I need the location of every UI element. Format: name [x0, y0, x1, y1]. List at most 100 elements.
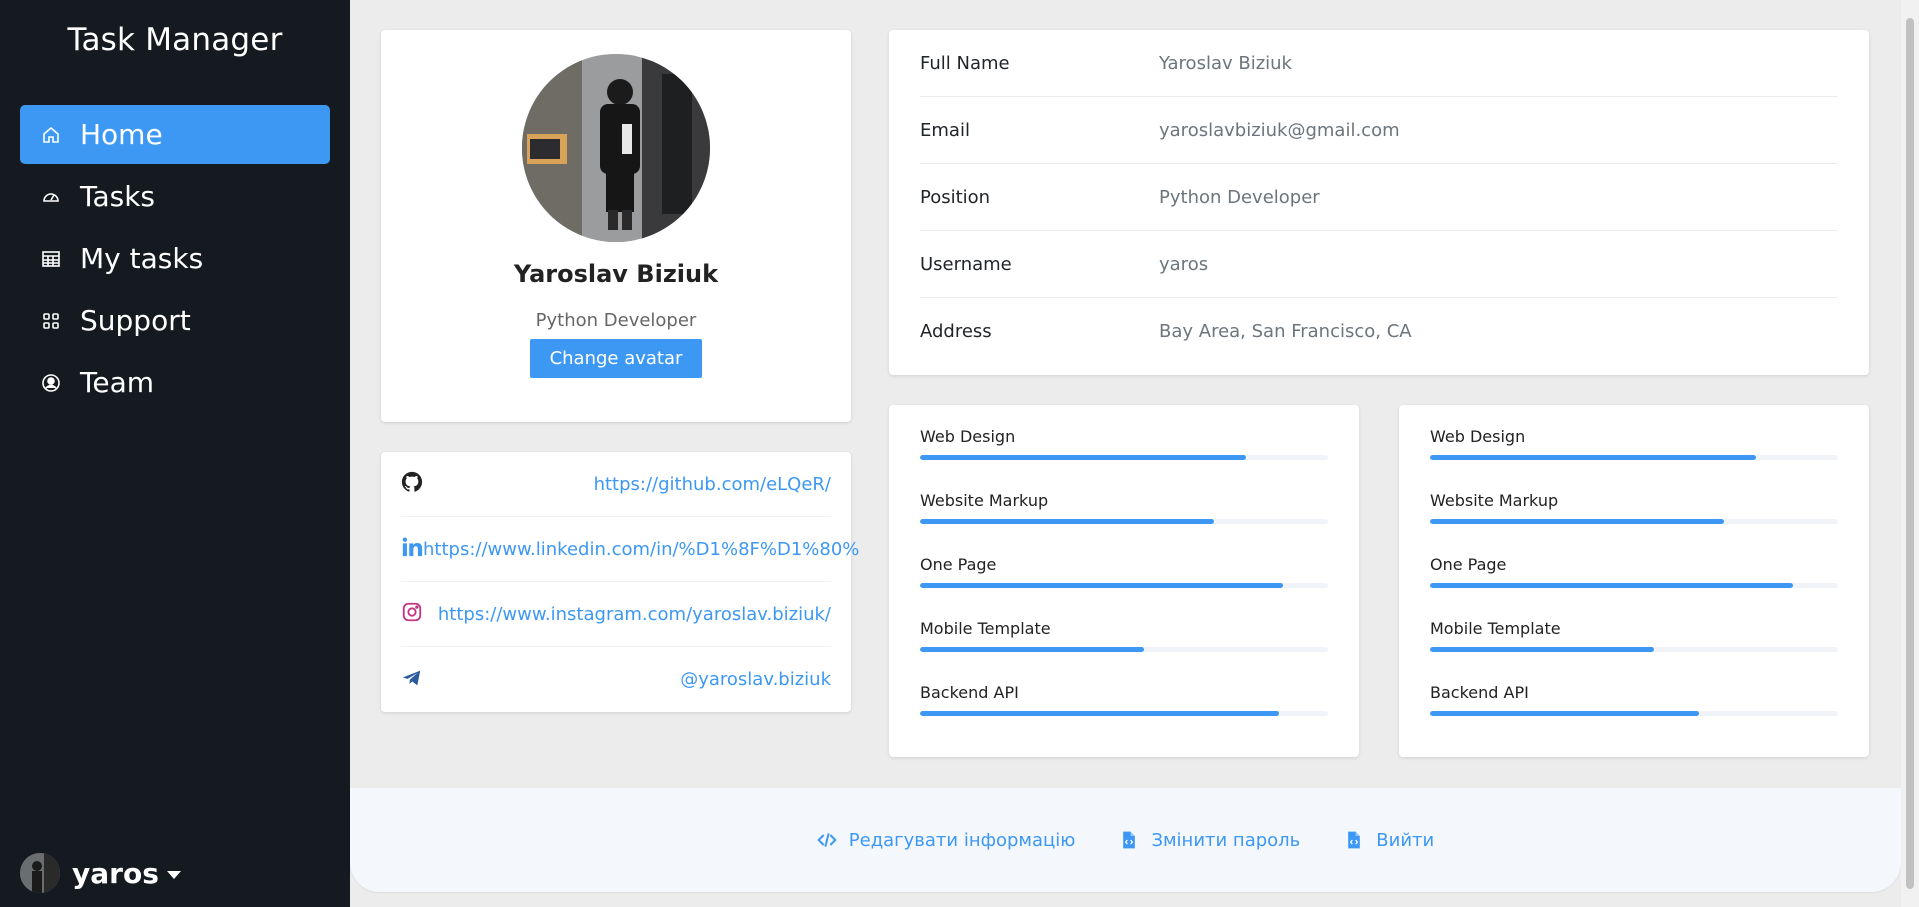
- sidebar-item-label: Tasks: [80, 180, 156, 213]
- logout-link[interactable]: Вийти: [1344, 830, 1434, 851]
- telegram-icon: [401, 667, 423, 693]
- progress-track: [1430, 455, 1838, 460]
- logout-label: Вийти: [1376, 829, 1435, 851]
- info-label: Position: [920, 186, 991, 208]
- info-row-address: Address Bay Area, San Francisco, CA: [920, 298, 1838, 365]
- skill-item: Website Markup: [920, 491, 1328, 529]
- footer-actions: Редагувати інформацію Змінити пароль Вий…: [350, 788, 1901, 892]
- progress-track: [1430, 519, 1838, 524]
- sidebar-item-label: Team: [80, 366, 155, 399]
- table-icon: [40, 248, 62, 270]
- skills-card-right: Web Design Website Markup One Page Mobil…: [1399, 405, 1869, 757]
- skill-name: Web Design: [1430, 427, 1526, 446]
- change-password-link[interactable]: Змінити пароль: [1119, 830, 1300, 851]
- progress-fill: [1430, 647, 1655, 652]
- skill-item: Web Design: [920, 427, 1328, 465]
- info-value: Python Developer: [1159, 186, 1320, 208]
- instagram-link[interactable]: https://www.instagram.com/yaroslav.biziu…: [438, 604, 831, 625]
- speedometer-icon: [40, 186, 62, 208]
- progress-track: [920, 711, 1328, 716]
- sidebar-item-my-tasks[interactable]: My tasks: [20, 229, 330, 288]
- avatar: [20, 853, 60, 893]
- skill-item: One Page: [1430, 555, 1838, 593]
- skills-card-left: Web Design Website Markup One Page Mobil…: [889, 405, 1359, 757]
- progress-track: [920, 583, 1328, 588]
- profile-name: Yaroslav Biziuk: [513, 260, 719, 288]
- code-icon: [817, 833, 837, 847]
- info-row-username: Username yaros: [920, 231, 1838, 298]
- info-label: Address: [920, 321, 992, 342]
- chevron-down-icon: [166, 871, 181, 879]
- file-icon: [1348, 831, 1361, 849]
- sidebar-item-support[interactable]: Support: [20, 291, 330, 350]
- profile-avatar: [522, 54, 710, 242]
- sidebar-nav: Home Tasks My tasks Support Team: [0, 90, 350, 412]
- info-label: Username: [920, 253, 1012, 275]
- skill-item: Mobile Template: [1430, 619, 1838, 657]
- progress-fill: [1430, 519, 1724, 524]
- linkedin-link[interactable]: https://www.linkedin.com/in/%D1%8F%D1%80…: [423, 539, 859, 560]
- github-icon: [401, 471, 423, 497]
- profile-card: Yaroslav Biziuk Python Developer Change …: [381, 30, 851, 422]
- progress-fill: [1430, 583, 1794, 588]
- change-password-label: Змінити пароль: [1151, 829, 1301, 851]
- progress-fill: [1430, 711, 1700, 716]
- change-avatar-button[interactable]: Change avatar: [529, 339, 703, 378]
- brand-title: Task Manager: [67, 22, 283, 58]
- progress-fill: [920, 455, 1247, 460]
- profile-position: Python Developer: [535, 310, 697, 331]
- main-content: Yaroslav Biziuk Python Developer Change …: [350, 0, 1901, 907]
- skill-name: One Page: [920, 555, 997, 574]
- info-label: Full Name: [920, 52, 1010, 74]
- sidebar: Task Manager Home Tasks My tasks Support: [0, 0, 350, 907]
- social-row-instagram: https://www.instagram.com/yaroslav.biziu…: [401, 582, 831, 647]
- sidebar-item-team[interactable]: Team: [20, 353, 330, 412]
- social-row-github: https://github.com/eLQeR/: [401, 452, 831, 517]
- skill-name: Mobile Template: [920, 619, 1051, 638]
- social-row-telegram: @yaroslav.biziuk: [401, 647, 831, 712]
- sidebar-item-home[interactable]: Home: [20, 105, 330, 164]
- user-circle-icon: [40, 372, 62, 394]
- skill-name: Backend API: [1430, 683, 1529, 702]
- edit-info-link[interactable]: Редагувати інформацію: [817, 829, 1076, 851]
- progress-track: [1430, 711, 1838, 716]
- progress-fill: [920, 583, 1284, 588]
- scrollbar-thumb[interactable]: [1906, 18, 1914, 889]
- info-value: yaroslavbiziuk@gmail.com: [1159, 119, 1400, 141]
- info-value: Yaroslav Biziuk: [1159, 52, 1292, 74]
- progress-track: [920, 519, 1328, 524]
- telegram-link[interactable]: @yaroslav.biziuk: [680, 669, 831, 690]
- social-links-card: https://github.com/eLQeR/ https://www.li…: [381, 452, 859, 712]
- skill-item: Web Design: [1430, 427, 1838, 465]
- info-value: Bay Area, San Francisco, CA: [1159, 321, 1412, 342]
- progress-track: [920, 647, 1328, 652]
- user-name: yaros: [72, 856, 159, 890]
- github-link[interactable]: https://github.com/eLQeR/: [594, 474, 831, 495]
- skill-name: One Page: [1430, 555, 1507, 574]
- edit-info-label: Редагувати інформацію: [848, 829, 1076, 851]
- instagram-icon: [401, 601, 423, 627]
- vertical-scrollbar[interactable]: [1901, 0, 1919, 907]
- info-value: yaros: [1159, 253, 1209, 275]
- progress-fill: [920, 647, 1145, 652]
- progress-track: [1430, 647, 1838, 652]
- home-icon: [40, 124, 62, 146]
- profile-info-card: Full Name Yaroslav Biziuk Email yaroslav…: [889, 30, 1869, 375]
- skill-item: One Page: [920, 555, 1328, 593]
- skill-item: Backend API: [1430, 683, 1838, 721]
- skill-item: Backend API: [920, 683, 1328, 721]
- sidebar-item-label: My tasks: [80, 242, 204, 275]
- grid-icon: [40, 310, 62, 332]
- sidebar-item-tasks[interactable]: Tasks: [20, 167, 330, 226]
- info-row-position: Position Python Developer: [920, 164, 1838, 231]
- info-row-email: Email yaroslavbiziuk@gmail.com: [920, 97, 1838, 164]
- file-icon: [1123, 831, 1136, 849]
- progress-track: [920, 455, 1328, 460]
- info-label: Email: [920, 119, 970, 141]
- skill-name: Website Markup: [1430, 491, 1559, 510]
- skill-item: Website Markup: [1430, 491, 1838, 529]
- social-row-linkedin: https://www.linkedin.com/in/%D1%8F%D1%80…: [401, 517, 859, 582]
- progress-fill: [1430, 455, 1757, 460]
- skill-item: Mobile Template: [920, 619, 1328, 657]
- user-menu[interactable]: yaros: [20, 853, 181, 893]
